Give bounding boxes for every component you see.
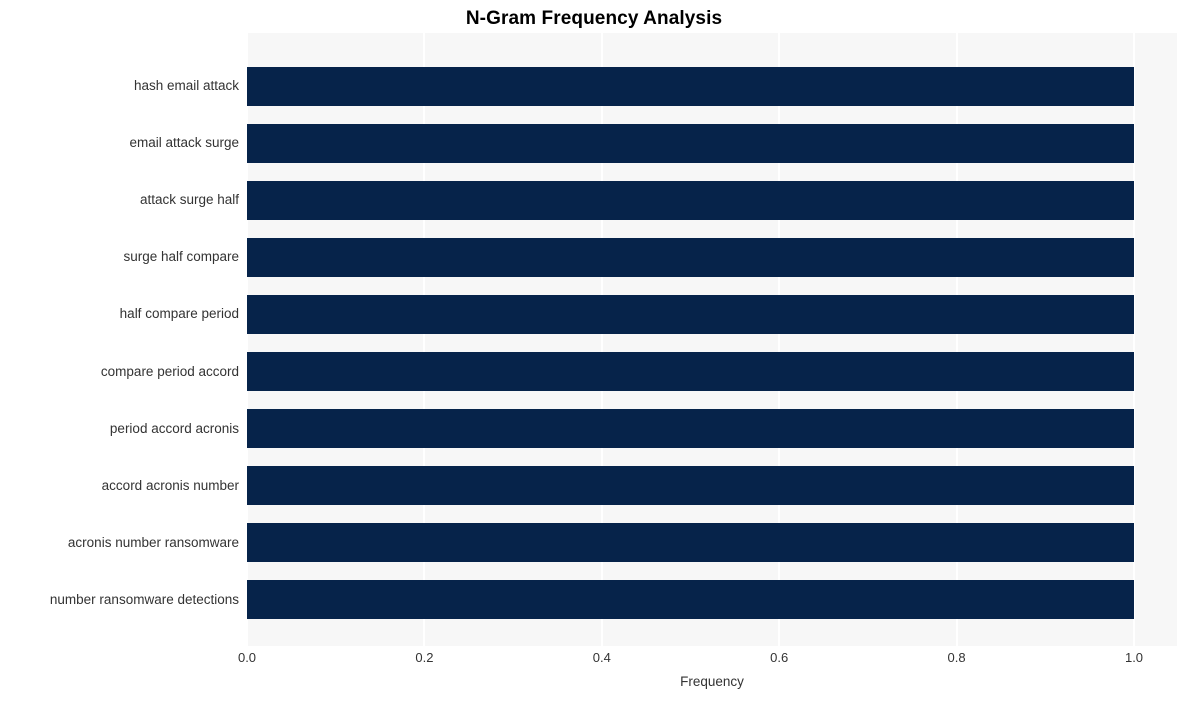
x-axis-title: Frequency [680,674,744,689]
bar[interactable] [247,352,1134,391]
y-axis-tick-label: period accord acronis [109,420,239,436]
x-axis-tick-label: 0.2 [415,650,434,665]
x-axis-tick-label: 0.6 [770,650,789,665]
bar[interactable] [247,237,1134,277]
bar[interactable] [247,180,1134,220]
bar[interactable] [247,466,1134,506]
bar[interactable] [247,66,1134,106]
bar[interactable] [247,294,1134,334]
x-axis-tick-label: 0.4 [592,650,611,665]
x-axis-tick-labels: 0.0 0.2 0.4 0.6 0.8 1.0 [0,650,1188,672]
y-axis-tick-label: surge half compare [123,249,239,265]
x-axis-tick-label: 0.0 [237,650,257,665]
y-axis-tick-label: hash email attack [133,78,239,93]
bar[interactable] [247,123,1134,163]
y-axis-tick-label: accord acronis number [101,477,239,493]
y-axis-tick-label: attack surge half [139,192,239,208]
bar[interactable] [247,580,1134,620]
bar[interactable] [247,409,1134,449]
bars-group [247,33,1177,646]
y-axis-tick-label: compare period accord [100,363,239,379]
y-axis-tick-label: acronis number ransomware [67,534,239,550]
y-axis-tick-label: email attack surge [129,135,239,151]
chart-title: N-Gram Frequency Analysis [465,8,723,29]
x-axis-tick-label: 0.8 [947,650,966,665]
y-axis-tick-labels: hash email attack email attack surge attac… [0,33,239,646]
plot-area [247,33,1177,646]
ngram-frequency-chart: N-Gram Frequency Analysis hash email att… [0,0,1188,701]
y-axis-tick-label: number ransomware detections [49,591,239,607]
x-axis-tick-label: 1.0 [1124,650,1144,665]
y-axis-tick-label: half compare period [119,306,239,322]
bar[interactable] [247,523,1134,563]
